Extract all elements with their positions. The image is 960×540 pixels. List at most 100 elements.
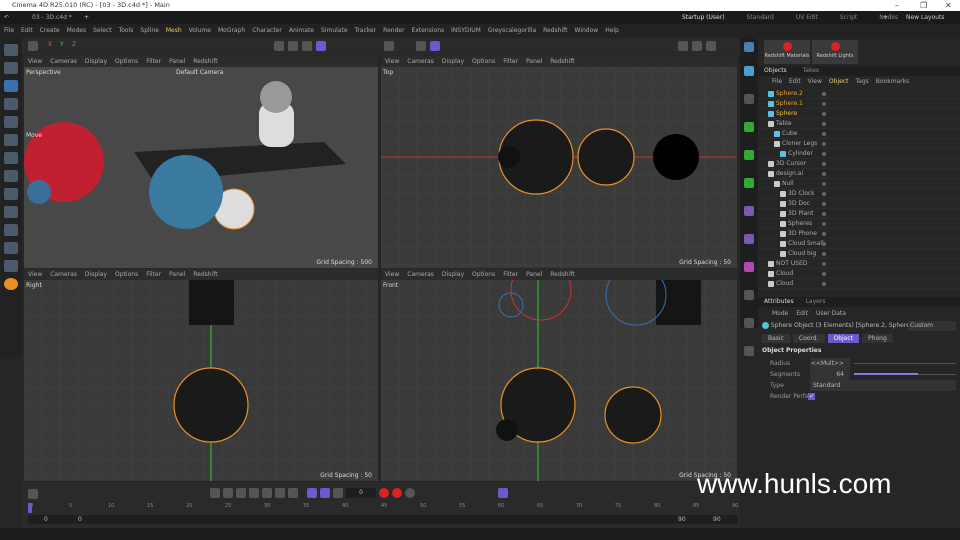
- visibility-dot[interactable]: [822, 152, 826, 156]
- edges-mode-icon[interactable]: [288, 41, 298, 51]
- segments-field[interactable]: 64: [810, 369, 850, 380]
- tab-takes[interactable]: Takes: [803, 67, 819, 74]
- sculpt-icon[interactable]: [4, 224, 18, 236]
- attr-tab-phong[interactable]: Phong: [862, 334, 893, 343]
- magnet-icon[interactable]: [4, 206, 18, 218]
- previous-key-icon[interactable]: [223, 488, 233, 498]
- viewport-menu-item[interactable]: Panel: [169, 269, 185, 280]
- floor-icon[interactable]: [4, 260, 18, 272]
- object-row[interactable]: Cloud big: [758, 249, 960, 259]
- s-plugin-icon[interactable]: [4, 278, 18, 290]
- undo-icon[interactable]: ↶: [4, 11, 9, 24]
- menu-select[interactable]: Select: [93, 24, 112, 38]
- generator-icon[interactable]: [744, 122, 754, 132]
- viewport-right[interactable]: View Cameras Display Options Filter Panel Reds…: [24, 269, 378, 481]
- visibility-dot[interactable]: [822, 242, 826, 246]
- menu-tools[interactable]: Tools: [119, 24, 134, 38]
- object-row[interactable]: 3D Cursor: [758, 159, 960, 169]
- viewport-menu-item[interactable]: Redshift: [550, 269, 574, 280]
- move-icon[interactable]: [4, 80, 18, 92]
- select-icon[interactable]: [4, 62, 18, 74]
- viewport-menu-item[interactable]: Options: [472, 269, 495, 280]
- menu-render[interactable]: Render: [383, 24, 404, 38]
- viewport-menu-item[interactable]: Redshift: [193, 56, 217, 67]
- menu-extensions[interactable]: Extensions: [412, 24, 445, 38]
- menu-insydium[interactable]: INSYDIUM: [451, 24, 481, 38]
- autokey-icon[interactable]: [392, 488, 402, 498]
- objects-menu-item[interactable]: Bookmarks: [876, 77, 910, 87]
- object-row[interactable]: Cloner Legs: [758, 139, 960, 149]
- layout-tab[interactable]: Standard: [747, 11, 774, 25]
- points-mode-icon[interactable]: [274, 41, 284, 51]
- viewport-menu-item[interactable]: Options: [115, 56, 138, 67]
- visibility-dot[interactable]: [822, 102, 826, 106]
- render-settings-icon[interactable]: [706, 41, 716, 51]
- menu-window[interactable]: Window: [575, 24, 599, 38]
- loop-icon[interactable]: [307, 488, 317, 498]
- menu-file[interactable]: File: [4, 24, 14, 38]
- attributes-menu-item[interactable]: Edit: [796, 309, 808, 319]
- tab-attributes[interactable]: Attributes: [764, 298, 794, 305]
- object-row[interactable]: Cloud Small: [758, 239, 960, 249]
- layout-tab[interactable]: UV Edit: [796, 11, 818, 25]
- objects-menu-item[interactable]: File: [772, 77, 782, 87]
- close-button[interactable]: ✕: [945, 0, 952, 11]
- tab-objects[interactable]: Objects: [764, 67, 787, 74]
- viewport-menu-item[interactable]: View: [28, 56, 42, 67]
- segments-slider[interactable]: [854, 373, 956, 375]
- render-perfect-checkbox[interactable]: ✓: [808, 393, 815, 400]
- tab-layers[interactable]: Layers: [806, 298, 826, 305]
- add-layout-button[interactable]: +: [883, 11, 888, 24]
- play-icon[interactable]: [249, 488, 259, 498]
- x-axis-toggle[interactable]: X: [48, 41, 52, 48]
- visibility-dot[interactable]: [822, 142, 826, 146]
- viewport-menu-item[interactable]: Filter: [503, 56, 518, 67]
- sound-icon[interactable]: [333, 488, 343, 498]
- menu-simulate[interactable]: Simulate: [321, 24, 348, 38]
- visibility-dot[interactable]: [822, 252, 826, 256]
- visibility-dot[interactable]: [822, 132, 826, 136]
- camera-label[interactable]: Default Camera: [176, 69, 223, 76]
- visibility-dot[interactable]: [822, 222, 826, 226]
- visibility-dot[interactable]: [822, 122, 826, 126]
- viewport-menu-item[interactable]: Cameras: [407, 269, 434, 280]
- viewport-menu-item[interactable]: Options: [115, 269, 138, 280]
- object-row[interactable]: 3D Clock: [758, 189, 960, 199]
- object-row[interactable]: 3D Plant: [758, 209, 960, 219]
- viewport-menu-item[interactable]: Panel: [526, 269, 542, 280]
- visibility-dot[interactable]: [822, 272, 826, 276]
- range-end-label[interactable]: 90: [678, 515, 686, 524]
- keyframe-icon[interactable]: [28, 489, 38, 499]
- text-icon[interactable]: [744, 94, 754, 104]
- primitive-icon[interactable]: [744, 66, 754, 76]
- previous-frame-icon[interactable]: [236, 488, 246, 498]
- visibility-dot[interactable]: [822, 172, 826, 176]
- maximize-button[interactable]: ❐: [920, 0, 927, 11]
- rotate-icon[interactable]: [4, 98, 18, 110]
- end-frame-field[interactable]: 90: [713, 515, 721, 524]
- field-icon[interactable]: [744, 234, 754, 244]
- menu-mograph[interactable]: MoGraph: [218, 24, 245, 38]
- document-tab[interactable]: 03 - 3D.c4d *: [32, 11, 72, 24]
- paint-icon[interactable]: [4, 188, 18, 200]
- viewport-menu-item[interactable]: Cameras: [50, 56, 77, 67]
- attr-tab-coord[interactable]: Coord.: [792, 334, 825, 343]
- viewport-perspective[interactable]: View Cameras Display Options Filter Panel Reds…: [24, 56, 378, 268]
- go-to-end-icon[interactable]: [288, 488, 298, 498]
- cube-icon[interactable]: [744, 42, 754, 52]
- redshift-materials-button[interactable]: Redshift Materials: [764, 40, 810, 64]
- viewport-menu-item[interactable]: Display: [442, 269, 464, 280]
- object-row[interactable]: 3D Phone: [758, 229, 960, 239]
- search-icon[interactable]: [4, 44, 18, 56]
- snap-icon[interactable]: [384, 41, 394, 51]
- object-row[interactable]: NOT USED: [758, 259, 960, 269]
- attr-tab-object[interactable]: Object: [827, 334, 860, 343]
- objects-menu-item[interactable]: Object: [829, 77, 849, 87]
- viewport-menu-item[interactable]: Options: [472, 56, 495, 67]
- menu-edit[interactable]: Edit: [21, 24, 33, 38]
- new-layouts-toggle[interactable]: New Layouts: [906, 11, 945, 24]
- object-row[interactable]: 3D Doc: [758, 199, 960, 209]
- visibility-dot[interactable]: [822, 202, 826, 206]
- preset-dropdown[interactable]: Custom: [908, 321, 956, 331]
- object-row[interactable]: Sphere.2: [758, 89, 960, 99]
